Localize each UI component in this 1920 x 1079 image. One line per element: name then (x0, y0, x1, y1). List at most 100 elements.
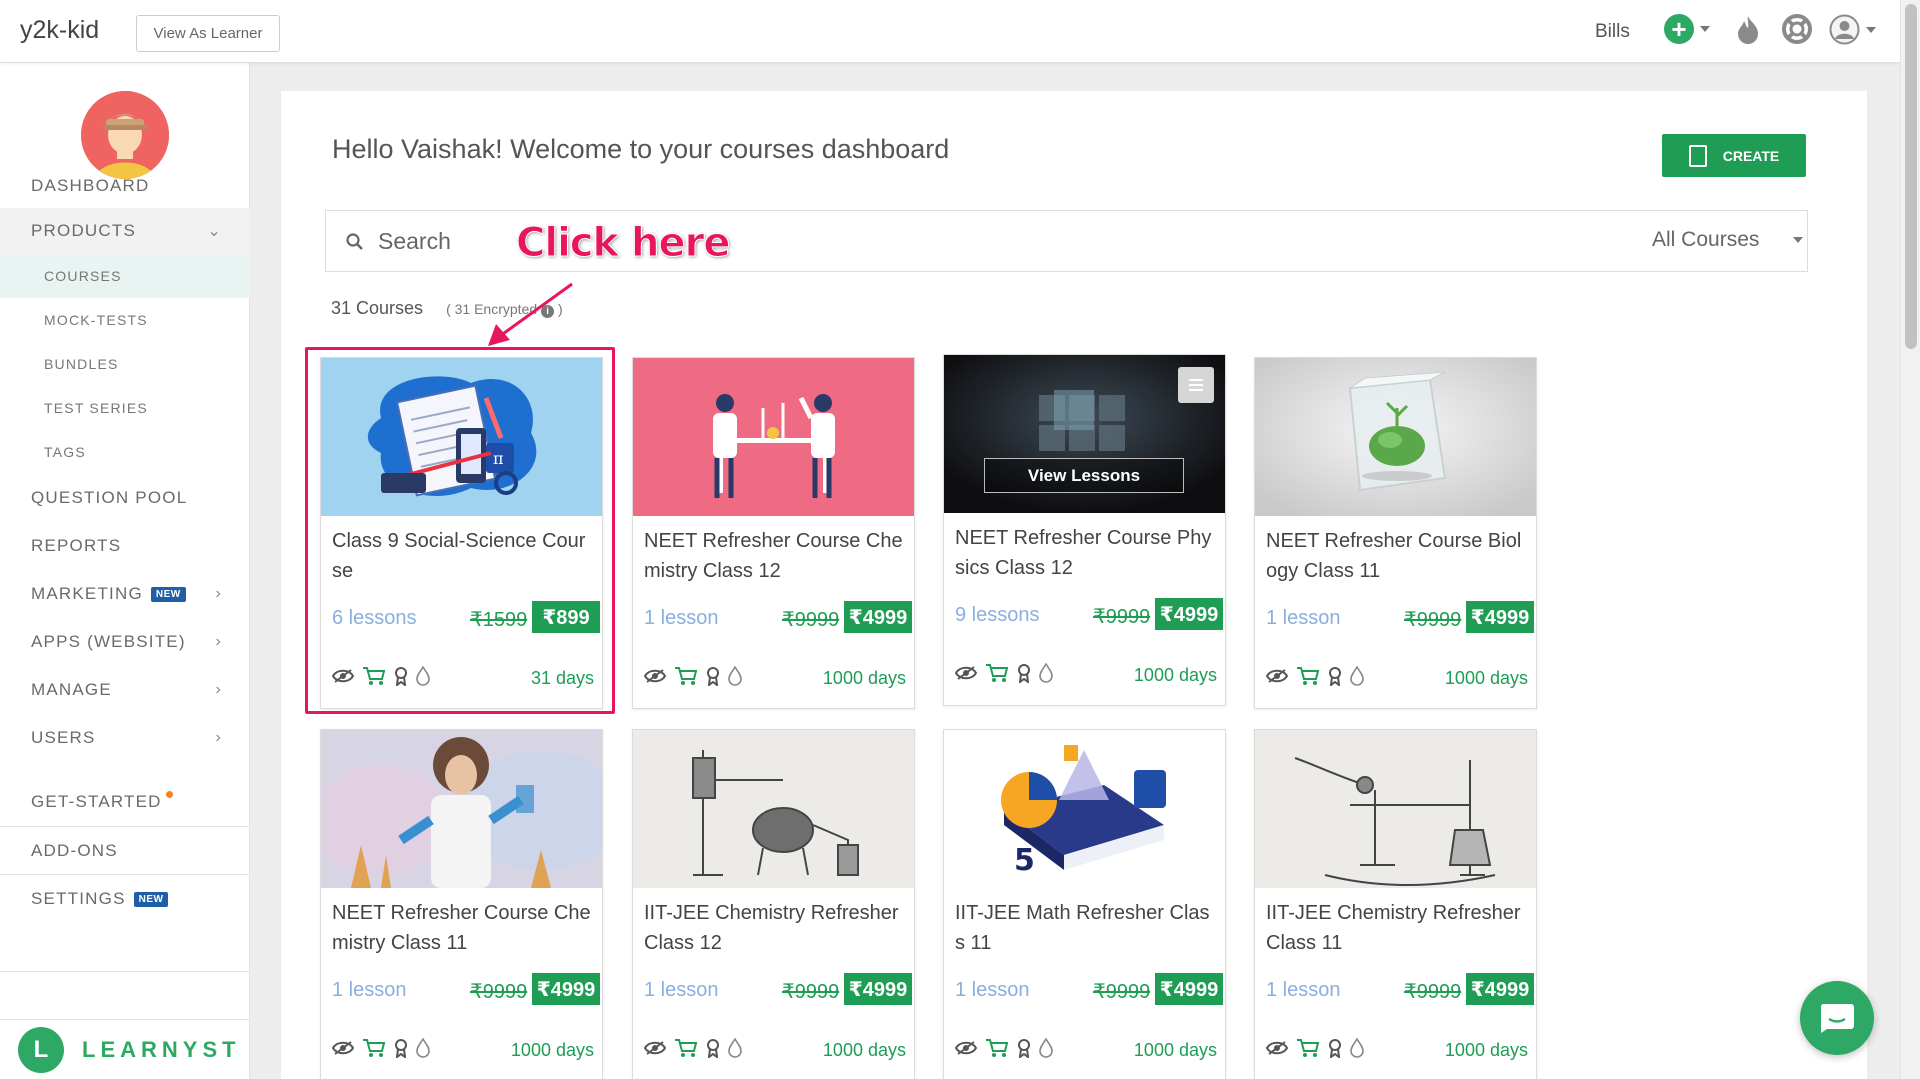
course-card[interactable]: IIT-JEE Chemistry Refresher Class 11 1 l… (1254, 729, 1537, 1079)
sidebar-item-users[interactable]: USERS › (0, 714, 250, 762)
search-icon (346, 233, 363, 250)
sidebar-item-dashboard[interactable]: DASHBOARD (0, 164, 250, 208)
award-icon (395, 1039, 407, 1058)
award-icon (1018, 1039, 1030, 1058)
page-scrollbar[interactable] (1900, 0, 1920, 1079)
user-menu-button[interactable] (1829, 14, 1876, 45)
course-card[interactable]: NEET Refresher Course Chemistry Class 11… (320, 729, 603, 1079)
award-icon (707, 667, 719, 686)
original-price: ₹9999 (782, 609, 840, 631)
sidebar-item-label: SETTINGS (31, 889, 126, 908)
course-title[interactable]: IIT-JEE Chemistry Refresher Class 11 (1266, 898, 1528, 958)
original-price: ₹9999 (1404, 609, 1462, 631)
original-price: ₹9999 (782, 981, 840, 1003)
sale-price-badge: ₹4999 (532, 973, 600, 1005)
validity-days: 1000 days (822, 1040, 906, 1060)
course-thumbnail[interactable] (633, 730, 914, 888)
scrollbar-thumb[interactable] (1905, 4, 1917, 349)
sidebar-subitem-courses[interactable]: COURSES (0, 254, 250, 298)
hidden-eye-icon (332, 1041, 354, 1055)
chat-launcher-button[interactable] (1800, 981, 1874, 1055)
lesson-count[interactable]: 1 lesson (1266, 979, 1341, 1002)
sidebar-item-label: PRODUCTS (31, 221, 136, 240)
chevron-down-icon (1793, 237, 1804, 243)
validity-days: 1000 days (822, 668, 906, 688)
course-title[interactable]: NEET Refresher Course Physics Class 12 (955, 523, 1217, 583)
cart-icon (1297, 1039, 1320, 1057)
view-as-learner-button[interactable]: View As Learner (136, 15, 280, 52)
validity-days: 1000 days (1444, 1040, 1528, 1060)
sidebar-item-reports[interactable]: REPORTS (0, 522, 250, 570)
sidebar-item-products[interactable]: PRODUCTS ⌄ (0, 208, 250, 254)
validity-days: 1000 days (510, 1040, 594, 1060)
course-title[interactable]: NEET Refresher Course Chemistry Class 11 (332, 898, 594, 958)
course-status-icons (955, 1038, 1053, 1058)
chevron-down-icon (1866, 26, 1876, 33)
course-thumbnail[interactable] (321, 730, 602, 888)
notification-dot (165, 790, 173, 798)
validity-days: 1000 days (1133, 1040, 1217, 1060)
sidebar-item-get-started[interactable]: GET-STARTED (0, 778, 250, 826)
sidebar-subitem-tags[interactable]: TAGS (0, 430, 250, 474)
lifebuoy-icon[interactable] (1782, 14, 1812, 44)
lesson-count[interactable]: 1 lesson (644, 979, 719, 1002)
sidebar-item-apps[interactable]: APPS (WEBSITE) › (0, 618, 250, 666)
chevron-down-icon (1700, 26, 1710, 32)
sale-price-badge: ₹4999 (844, 601, 912, 633)
sidebar-item-add-ons[interactable]: ADD-ONS (0, 827, 250, 875)
sidebar-item-question-pool[interactable]: QUESTION POOL (0, 474, 250, 522)
cart-icon (986, 1039, 1009, 1057)
lesson-count[interactable]: 1 lesson (1266, 607, 1341, 630)
create-label: CREATE (1722, 147, 1780, 164)
sidebar-subitem-mock-tests[interactable]: MOCK-TESTS (0, 298, 250, 342)
card-menu-button[interactable] (1178, 367, 1214, 403)
app-title[interactable]: y2k-kid (20, 16, 99, 45)
course-thumbnail[interactable]: 5 (944, 730, 1225, 888)
course-status-icons (644, 1038, 742, 1058)
course-thumbnail[interactable] (633, 358, 914, 516)
chevron-down-icon: ⌄ (207, 223, 222, 240)
sidebar-item-marketing[interactable]: MARKETING NEW › (0, 570, 250, 618)
course-title[interactable]: IIT-JEE Chemistry Refresher Class 12 (644, 898, 906, 958)
hidden-eye-icon (955, 1041, 977, 1055)
annotation-arrow-icon (488, 282, 573, 346)
sidebar-item-manage[interactable]: MANAGE › (0, 666, 250, 714)
hidden-eye-icon (1266, 1041, 1288, 1055)
sidebar-item-settings[interactable]: SETTINGS NEW (0, 875, 250, 923)
course-thumbnail[interactable] (1255, 730, 1536, 888)
course-title[interactable]: NEET Refresher Course Biology Class 11 (1266, 526, 1528, 586)
filter-label: All Courses (1652, 228, 1760, 251)
course-thumbnail[interactable] (1255, 358, 1536, 516)
sidebar-item-label: APPS (WEBSITE) (31, 632, 186, 651)
lesson-count[interactable]: 1 lesson (955, 979, 1030, 1002)
top-bar: y2k-kid View As Learner Bills + (0, 0, 1900, 63)
course-card[interactable]: IIT-JEE Chemistry Refresher Class 12 1 l… (632, 729, 915, 1079)
course-card[interactable]: 5 IIT-JEE Math Refresher Class 11 1 less… (943, 729, 1226, 1079)
course-card[interactable]: View Lessons NEET Refresher Course Physi… (943, 354, 1226, 706)
hidden-eye-icon (644, 1041, 666, 1055)
lesson-count[interactable]: 1 lesson (332, 979, 407, 1002)
lesson-count[interactable]: 9 lessons (955, 604, 1040, 627)
chat-icon (1820, 1004, 1854, 1033)
bills-link[interactable]: Bills (1595, 21, 1630, 43)
course-title[interactable]: IIT-JEE Math Refresher Class 11 (955, 898, 1217, 958)
hidden-eye-icon (1266, 669, 1288, 683)
user-icon (1829, 14, 1860, 45)
award-icon (1018, 664, 1030, 683)
course-title[interactable]: NEET Refresher Course Chemistry Class 12 (644, 526, 906, 586)
fire-icon[interactable] (1736, 15, 1760, 45)
create-button[interactable]: CREATE (1662, 134, 1806, 177)
view-lessons-button[interactable]: View Lessons (984, 458, 1184, 493)
lesson-count[interactable]: 1 lesson (644, 607, 719, 630)
course-filter-dropdown[interactable]: All Courses (1652, 228, 1804, 252)
brand-name: LEARNYST (82, 1037, 241, 1062)
course-thumbnail[interactable]: View Lessons (944, 355, 1225, 513)
award-icon (1329, 1039, 1341, 1058)
sidebar-subitem-test-series[interactable]: TEST SERIES (0, 386, 250, 430)
course-card[interactable]: NEET Refresher Course Biology Class 11 1… (1254, 357, 1537, 709)
course-card[interactable]: NEET Refresher Course Chemistry Class 12… (632, 357, 915, 709)
document-icon (1688, 144, 1707, 167)
add-menu-button[interactable]: + (1664, 14, 1710, 44)
chevron-right-icon: › (215, 633, 222, 650)
sidebar-subitem-bundles[interactable]: BUNDLES (0, 342, 250, 386)
